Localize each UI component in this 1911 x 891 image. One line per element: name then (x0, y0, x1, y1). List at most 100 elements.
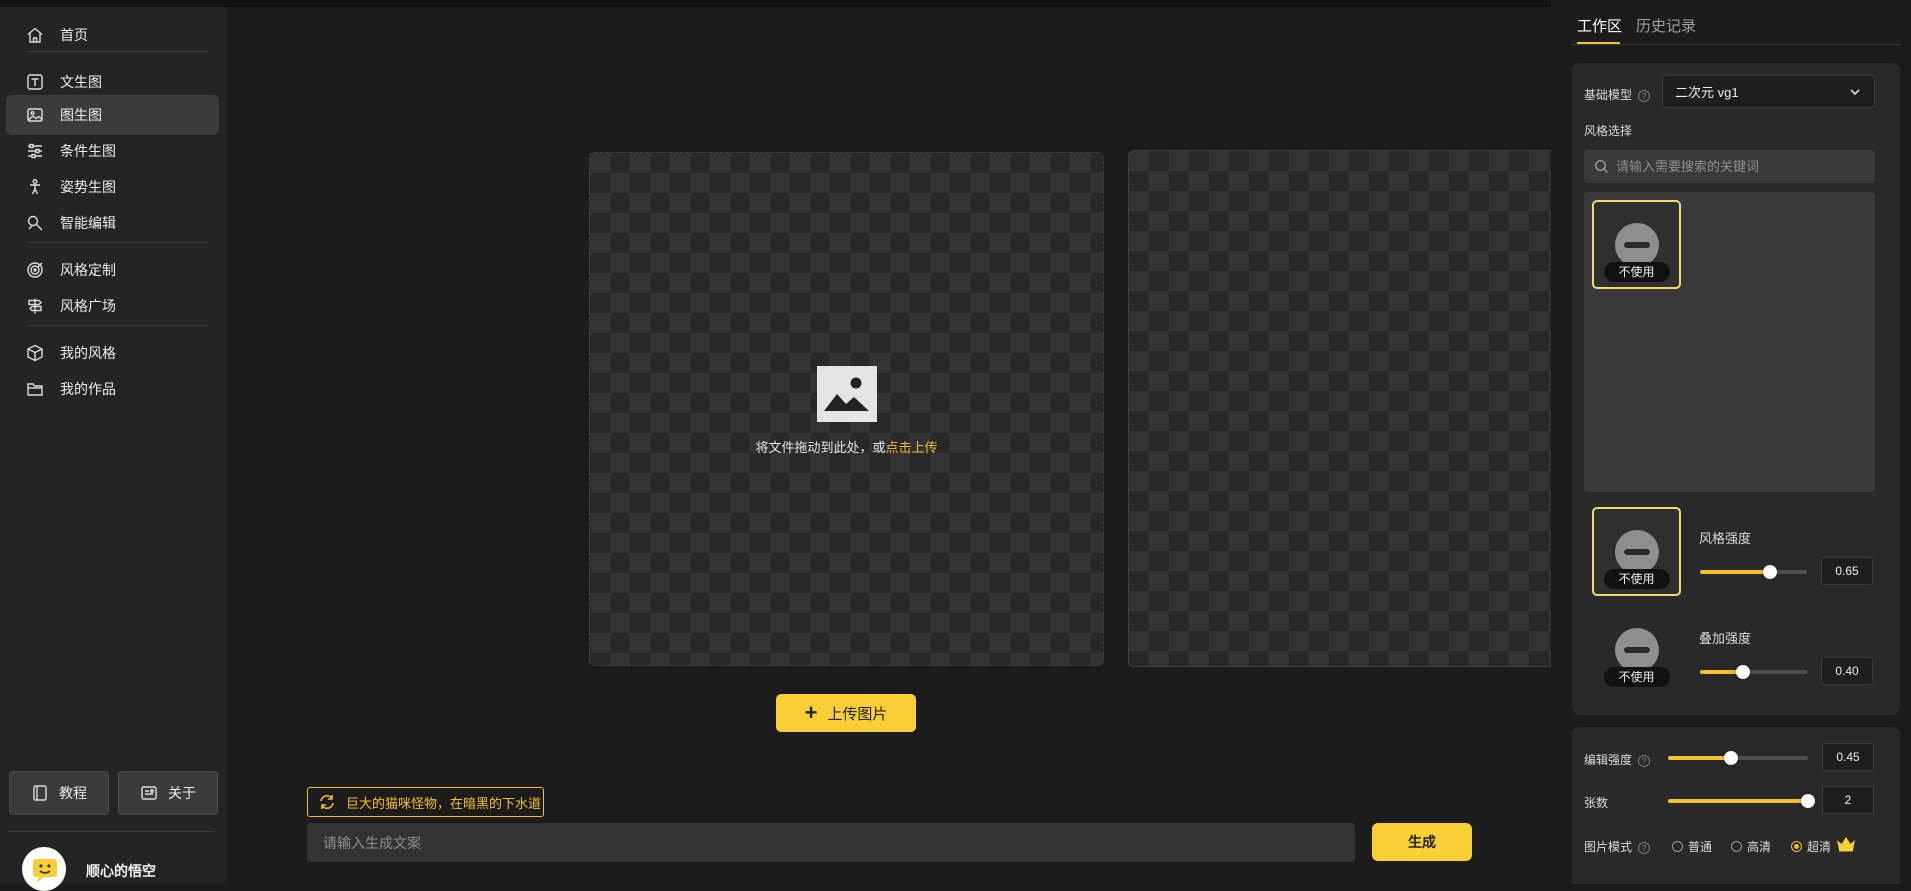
sidebar-divider (8, 831, 214, 832)
about-label: 关于 (168, 785, 196, 801)
avatar[interactable] (22, 847, 66, 891)
sidebar-item-label: 我的风格 (60, 345, 116, 361)
no-use-icon (1614, 223, 1659, 267)
home-icon (26, 26, 44, 44)
edit-strength-label: 编辑强度? (1584, 751, 1651, 768)
generate-button[interactable]: 生成 (1372, 823, 1472, 861)
count-label: 张数 (1584, 796, 1609, 810)
sidebar-item-label: 我的作品 (60, 381, 116, 397)
overlay-strength-label: 叠加强度 (1699, 631, 1752, 646)
count-slider[interactable] (1668, 794, 1815, 808)
slider-thumb[interactable] (1762, 565, 1777, 579)
sidebar-item-my-works[interactable]: 我的作品 (6, 369, 219, 409)
no-use-icon (1614, 530, 1659, 574)
no-use-label: 不使用 (1603, 667, 1670, 687)
sidebar-item-label: 条件生图 (60, 143, 116, 159)
style-strength-card[interactable]: 不使用 (1592, 507, 1681, 596)
edit-strength-value[interactable]: 0.45 (1822, 743, 1874, 771)
help-icon[interactable]: ? (1638, 842, 1651, 854)
input-image-dropzone[interactable]: 将文件拖动到此处，或点击上传 (589, 152, 1104, 666)
no-use-label: 不使用 (1603, 262, 1670, 282)
overlay-strength-card[interactable]: 不使用 (1592, 607, 1681, 696)
book-icon (33, 785, 47, 801)
sidebar-divider (26, 242, 208, 243)
sidebar-item-label: 首页 (60, 27, 88, 43)
image-placeholder-icon (817, 366, 877, 422)
sidebar-item-pose-image[interactable]: 姿势生图 (6, 167, 219, 207)
radio-dot (1672, 841, 1683, 852)
info-card-icon (141, 786, 157, 800)
target-icon (26, 261, 44, 279)
base-model-select[interactable]: 二次元 vg1 (1662, 75, 1875, 108)
image-icon (26, 106, 44, 124)
sidebar-divider (26, 51, 208, 52)
upload-image-button[interactable]: + 上传图片 (776, 694, 916, 732)
folder-icon (26, 380, 44, 398)
style-search-input[interactable] (1616, 150, 1871, 183)
sidebar-item-smart-edit[interactable]: 智能编辑 (6, 203, 219, 243)
plus-icon: + (804, 700, 818, 725)
image-mode-normal[interactable]: 普通 (1672, 838, 1712, 855)
overlay-strength-slider[interactable] (1700, 665, 1807, 679)
about-button[interactable]: 关于 (118, 771, 218, 815)
cube-icon (26, 344, 44, 362)
edit-strength-slider[interactable] (1668, 751, 1808, 765)
tab-workspace[interactable]: 工作区 (1577, 15, 1622, 36)
count-value[interactable]: 2 (1822, 786, 1874, 814)
prompt-suggestion-chip[interactable]: 巨大的猫咪怪物，在暗黑的下水道 (307, 787, 544, 817)
drop-hint: 将文件拖动到此处，或点击上传 (755, 440, 938, 455)
radio-dot (1731, 841, 1742, 852)
tutorial-button[interactable]: 教程 (9, 771, 109, 815)
style-strength-value[interactable]: 0.65 (1821, 557, 1873, 585)
prompt-input[interactable] (307, 823, 1355, 862)
base-model-label: 基础模型? (1584, 86, 1651, 103)
tab-divider (1571, 44, 1901, 45)
sidebar-item-label: 智能编辑 (60, 215, 116, 231)
slider-thumb[interactable] (1724, 751, 1738, 765)
style-card-no-use[interactable]: 不使用 (1592, 200, 1681, 289)
sidebar-item-label: 姿势生图 (60, 179, 116, 195)
sliders-icon (26, 142, 44, 160)
text-t-icon (26, 73, 44, 91)
image-mode-hd[interactable]: 高清 (1731, 838, 1771, 855)
prompt-suggestion-text: 巨大的猫咪怪物，在暗黑的下水道 (346, 795, 542, 811)
sidebar-item-conditional-image[interactable]: 条件生图 (6, 131, 219, 171)
base-model-value: 二次元 vg1 (1675, 85, 1739, 100)
sidebar-item-label: 风格广场 (60, 298, 116, 314)
help-icon[interactable]: ? (1638, 755, 1651, 767)
image-mode-uhd[interactable]: 超清 (1791, 838, 1831, 855)
style-strength-slider[interactable] (1700, 565, 1807, 579)
sidebar-item-label: 图生图 (60, 107, 102, 123)
chevron-down-icon (1850, 89, 1860, 96)
radio-dot (1791, 841, 1802, 852)
search-icon (1594, 159, 1608, 173)
sidebar-item-my-styles[interactable]: 我的风格 (6, 333, 219, 373)
sidebar-item-style-plaza[interactable]: 风格广场 (6, 286, 219, 326)
active-tab-indicator (1577, 42, 1620, 44)
sidebar-item-image-to-image[interactable]: 图生图 (6, 95, 219, 135)
style-search-box (1584, 150, 1875, 183)
username: 顺心的悟空 (86, 863, 156, 879)
sidebar-item-label: 文生图 (60, 74, 102, 90)
style-select-label: 风格选择 (1584, 124, 1633, 138)
help-icon[interactable]: ? (1638, 90, 1651, 102)
sidebar-item-home[interactable]: 首页 (6, 15, 219, 55)
tab-history[interactable]: 历史记录 (1636, 15, 1696, 36)
overlay-strength-value[interactable]: 0.40 (1821, 657, 1873, 685)
no-use-label: 不使用 (1603, 569, 1670, 589)
click-upload-link[interactable]: 点击上传 (886, 440, 938, 455)
style-strength-label: 风格强度 (1699, 531, 1752, 546)
sidebar-item-label: 风格定制 (60, 262, 116, 278)
tutorial-label: 教程 (59, 785, 87, 801)
magic-edit-icon (26, 214, 44, 232)
no-use-icon (1614, 628, 1659, 672)
image-mode-label: 图片模式? (1584, 838, 1651, 855)
crown-icon (1837, 837, 1855, 852)
slider-thumb[interactable] (1801, 794, 1815, 808)
pose-figure-icon (26, 178, 44, 196)
upload-image-label: 上传图片 (827, 705, 888, 723)
sidebar-item-style-custom[interactable]: 风格定制 (6, 250, 219, 290)
refresh-icon (320, 794, 334, 810)
slider-thumb[interactable] (1735, 665, 1750, 679)
main-workspace: 将文件拖动到此处，或点击上传 + 上传图片 (227, 7, 1646, 884)
